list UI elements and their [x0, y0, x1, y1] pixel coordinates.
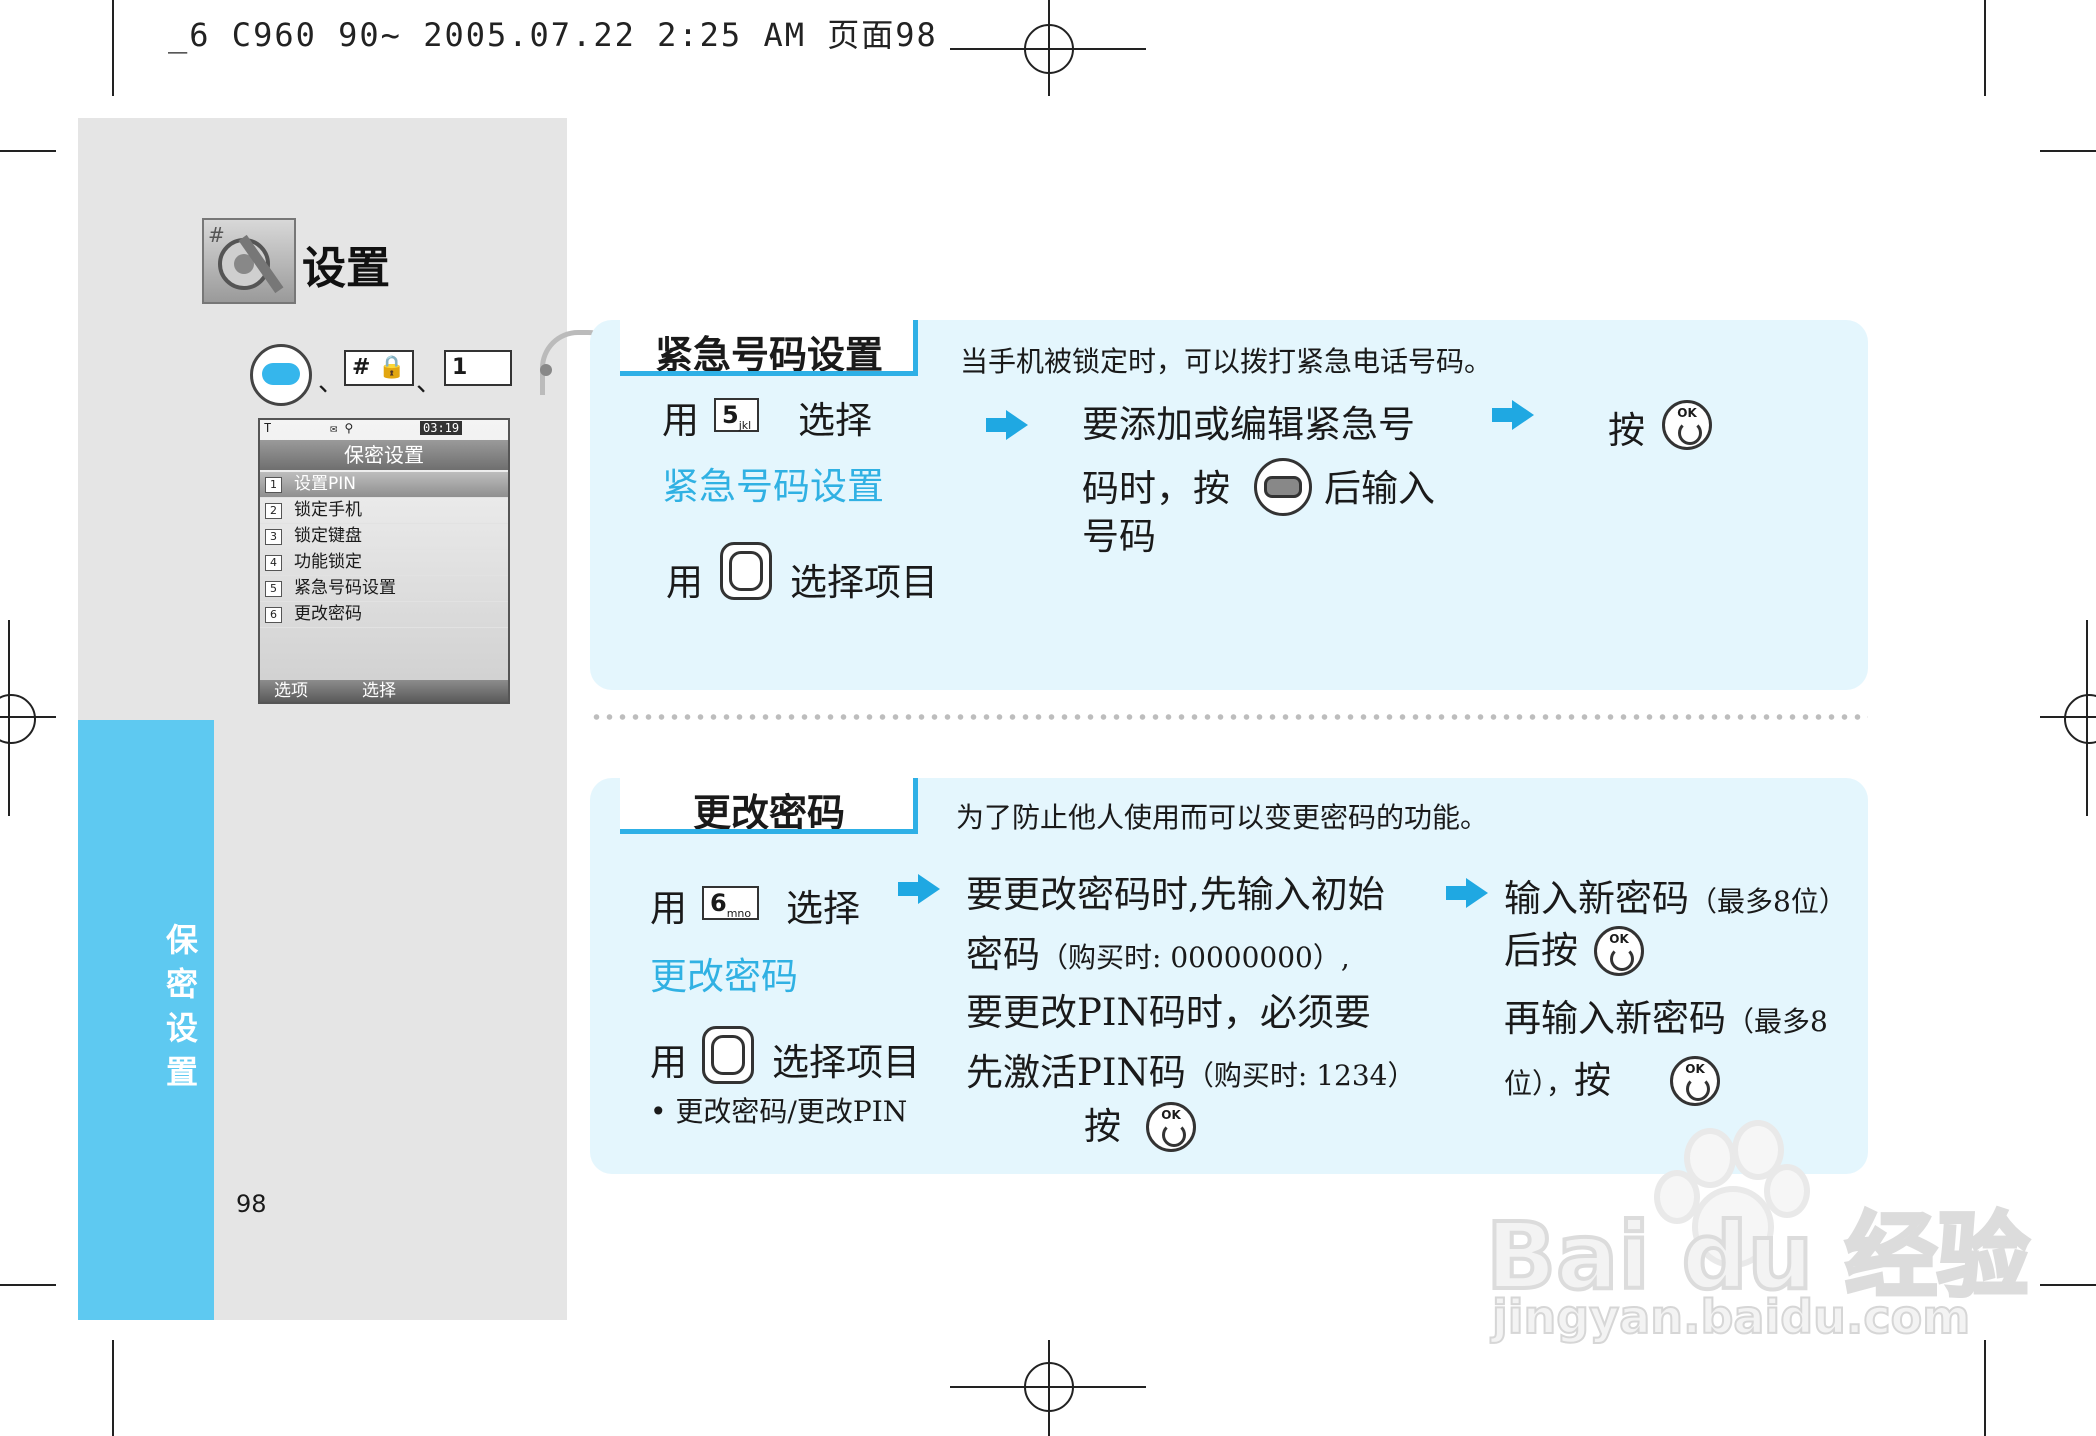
softkey-left[interactable]: 选项	[274, 680, 308, 702]
step-text: 按	[1608, 409, 1645, 452]
crop-mark	[2040, 1284, 2096, 1286]
watermark-url: jingyan.baidu.com	[1491, 1289, 1971, 1345]
step-text: 密码（购买时: 00000000）,	[966, 933, 1350, 976]
phone-menu-item[interactable]: 4 功能锁定	[260, 550, 508, 576]
instruction-text: 用	[650, 887, 687, 930]
crop-mark	[0, 150, 56, 152]
instruction-text: 用	[650, 1041, 687, 1084]
registration-mark	[2064, 694, 2096, 744]
registration-mark	[0, 694, 36, 744]
connector-dot	[540, 364, 552, 376]
step-text: 要添加或编辑紧急号	[1082, 403, 1415, 446]
menu-key-sequence: 、 # 🔒 、 1	[250, 344, 570, 406]
one-key: 1	[444, 350, 512, 386]
page-number: 98	[236, 1190, 267, 1218]
phone-status-bar: T ✉ ⚲ 03:19	[260, 420, 508, 438]
phone-menu-item[interactable]: 1 设置PIN	[260, 472, 508, 498]
crop-mark	[1984, 0, 1986, 96]
phone-softkeys: 选项 选择	[260, 680, 508, 702]
instruction-text: 用	[666, 561, 703, 604]
svg-text:#: #	[208, 223, 225, 247]
settings-tools-icon: #	[202, 218, 296, 304]
step-text: 位），按	[1504, 1059, 1612, 1102]
step-text: 号码	[1082, 515, 1156, 558]
step-text: 按	[1084, 1105, 1121, 1148]
panel-heading: 紧急号码设置	[620, 320, 918, 377]
arrow-right-icon	[1492, 400, 1534, 430]
registration-mark	[1024, 24, 1074, 74]
section-title: 设置	[302, 243, 390, 294]
instruction-text: 用	[662, 399, 699, 442]
step-text: 后按	[1504, 929, 1578, 972]
crop-mark	[1984, 1340, 1986, 1436]
key-6-icon: 6mno	[702, 886, 760, 920]
step-text: 输入新密码（最多8位）	[1504, 877, 1847, 920]
step-text: 后输入	[1324, 467, 1435, 510]
arrow-right-icon	[986, 410, 1028, 440]
phone-menu-item[interactable]: 2 锁定手机	[260, 498, 508, 524]
step-text: 先激活PIN码（购买时: 1234）	[966, 1051, 1416, 1094]
arrow-right-icon	[898, 874, 940, 904]
phone-menu-item[interactable]: 5 紧急号码设置	[260, 576, 508, 602]
crop-mark	[2040, 150, 2096, 152]
hash-lock-key: # 🔒	[344, 350, 414, 386]
phone-screen: T ✉ ⚲ 03:19 保密设置 1 设置PIN 2 锁定手机 3 锁定键盘 4 功能锁…	[258, 418, 510, 704]
instruction-text: 选择项目	[790, 561, 938, 604]
dotted-divider	[590, 714, 1868, 720]
instruction-text: 选择	[786, 887, 860, 930]
phone-clock: 03:19	[420, 421, 463, 435]
key-5-icon: 5jkl	[714, 398, 760, 432]
ok-key-icon: OK	[1594, 926, 1644, 976]
crop-mark	[112, 1340, 114, 1436]
separator: 、	[318, 368, 345, 398]
menu-target: 更改密码	[650, 955, 798, 998]
registration-mark	[1024, 1362, 1074, 1412]
phone-menu-title: 保密设置	[260, 440, 508, 470]
separator: 、	[416, 368, 443, 398]
panel-description: 为了防止他人使用而可以变更密码的功能。	[956, 801, 1489, 834]
menu-key-icon	[1254, 458, 1312, 516]
step-text: 要更改PIN码时，必须要	[966, 991, 1371, 1034]
step-text: 要更改密码时,先输入初始	[966, 873, 1385, 916]
phone-menu-item[interactable]: 6 更改密码	[260, 602, 508, 628]
side-tab-label: 保密设置	[165, 921, 198, 1091]
instruction-text: 选择项目	[772, 1041, 920, 1084]
crop-mark	[0, 1284, 56, 1286]
change-password-panel: 更改密码 为了防止他人使用而可以变更密码的功能。 用 6mno 选择 更改密码 …	[590, 778, 1868, 1174]
instruction-text: 选择	[798, 399, 872, 442]
ok-key-icon: OK	[1662, 400, 1712, 450]
ok-key-icon: OK	[1670, 1056, 1720, 1106]
crop-mark	[112, 0, 114, 96]
print-header: _6 C960 90~ 2005.07.22 2:25 AM 页面98	[168, 16, 938, 54]
arrow-right-icon	[1446, 878, 1488, 908]
panel-heading: 更改密码	[620, 778, 918, 835]
emergency-number-panel: 紧急号码设置 当手机被锁定时，可以拨打紧急电话号码。 用 5jkl 选择 紧急号…	[590, 320, 1868, 690]
menu-key-icon	[250, 344, 312, 406]
note-text: • 更改密码/更改PIN	[650, 1095, 908, 1128]
panel-description: 当手机被锁定时，可以拨打紧急电话号码。	[960, 345, 1493, 378]
step-text: 码时，按	[1082, 467, 1230, 510]
nav-key-icon	[702, 1026, 754, 1084]
ok-key-icon: OK	[1146, 1102, 1196, 1152]
softkey-right[interactable]: 选择	[362, 680, 396, 702]
menu-target: 紧急号码设置	[662, 465, 884, 508]
phone-menu-item[interactable]: 3 锁定键盘	[260, 524, 508, 550]
nav-key-icon	[720, 542, 772, 600]
step-text: 再输入新密码（最多8	[1504, 997, 1828, 1040]
baidu-watermark: Bai du 经验 jingyan.baidu.com	[1484, 1120, 2031, 1350]
